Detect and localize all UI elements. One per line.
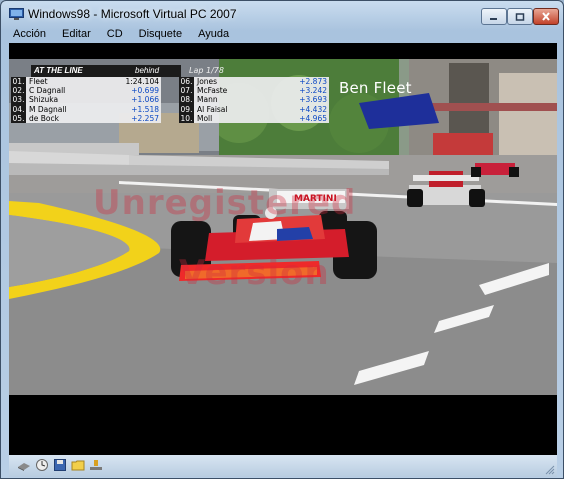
position-label: 07. xyxy=(179,86,194,96)
standings-row: 06. Jones +2.873 xyxy=(179,77,329,87)
watermark-unregistered: Unregistered xyxy=(93,183,357,223)
standings-row: 03. Shizuka +1.066 xyxy=(11,95,161,105)
driver-name: de Bock xyxy=(29,113,59,123)
menu-disquete[interactable]: Disquete xyxy=(131,25,190,43)
driver-gap: +2.257 xyxy=(131,113,159,123)
position-label: 05. xyxy=(11,113,26,123)
close-icon xyxy=(542,12,550,21)
minimize-icon xyxy=(490,17,497,20)
position-label: 10. xyxy=(179,113,194,123)
driver-gap: +4.432 xyxy=(299,104,327,114)
standings-row: 07. McFaste +3.242 xyxy=(179,86,329,96)
position-label: 03. xyxy=(11,95,26,105)
driver-name: C Dagnall xyxy=(29,86,66,96)
virtual-pc-icon xyxy=(9,8,24,20)
driver-name: Fleet xyxy=(29,77,48,86)
standings-panel-left: 01. Fleet 1:24.104 02. C Dagnall +0.699 … xyxy=(11,77,161,123)
menu-accion[interactable]: Acción xyxy=(5,25,54,43)
standings-panel-right: 06. Jones +2.873 07. McFaste +3.242 08. … xyxy=(179,77,329,123)
position-label: 06. xyxy=(179,77,194,87)
driver-name: McFaste xyxy=(197,86,228,96)
driver-gap: +1.066 xyxy=(131,95,159,105)
watermark-version: Version xyxy=(179,253,330,293)
driver-gap: +3.693 xyxy=(299,95,327,105)
standings-header: AT THE LINE behind xyxy=(31,65,181,77)
driver-name: Moll xyxy=(197,113,213,123)
position-label: 09. xyxy=(179,104,194,114)
position-label: 04. xyxy=(11,104,26,114)
driver-name: Jones xyxy=(197,77,218,86)
minimize-button[interactable] xyxy=(481,8,507,25)
vpc-window: Windows98 - Microsoft Virtual PC 2007 Ac… xyxy=(0,0,564,479)
menu-bar: Acción Editar CD Disquete Ayuda xyxy=(5,25,559,43)
position-label: 02. xyxy=(11,86,26,96)
position-label: 01. xyxy=(11,77,26,87)
resize-grip-icon[interactable] xyxy=(545,465,555,475)
standings-row: 04. M Dagnall +1.518 xyxy=(11,104,161,114)
menu-cd[interactable]: CD xyxy=(99,25,131,43)
driver-gap: +1.518 xyxy=(131,104,159,114)
driver-gap: +4.965 xyxy=(299,113,327,123)
standings-behind-label: behind xyxy=(135,66,160,75)
standings-title: AT THE LINE xyxy=(34,66,83,75)
focused-driver-name: Ben Fleet xyxy=(339,79,412,97)
status-bar xyxy=(9,455,557,477)
window-title: Windows98 - Microsoft Virtual PC 2007 xyxy=(28,7,237,21)
rival-car-far xyxy=(471,163,519,177)
standings-row: 08. Mann +3.693 xyxy=(179,95,329,105)
maximize-button[interactable] xyxy=(507,8,533,25)
close-button[interactable] xyxy=(533,8,559,25)
driver-name: Al Faisal xyxy=(197,104,228,114)
floppy-icon[interactable] xyxy=(53,458,67,472)
driver-name: M Dagnall xyxy=(29,104,67,114)
position-label: 08. xyxy=(179,95,194,105)
standings-row: 10. Moll +4.965 xyxy=(179,113,329,123)
driver-gap: +2.873 xyxy=(299,77,327,86)
driver-name: Shizuka xyxy=(29,95,59,105)
disk-icon[interactable] xyxy=(17,458,31,472)
guest-display[interactable]: MARTINI AT THE LINE behind Lap 1/78 01. … xyxy=(9,43,557,455)
driver-name: Mann xyxy=(197,95,218,105)
standings-row: 05. de Bock +2.257 xyxy=(11,113,161,123)
lap-counter: Lap 1/78 xyxy=(189,66,224,75)
driver-gap: 1:24.104 xyxy=(125,77,159,86)
network-icon[interactable] xyxy=(89,458,103,472)
standings-row: 09. Al Faisal +4.432 xyxy=(179,104,329,114)
standings-row: 01. Fleet 1:24.104 xyxy=(11,77,161,87)
folder-icon[interactable] xyxy=(71,458,85,472)
menu-editar[interactable]: Editar xyxy=(54,25,99,43)
driver-gap: +0.699 xyxy=(131,86,159,96)
driver-gap: +3.242 xyxy=(299,86,327,96)
standings-row: 02. C Dagnall +0.699 xyxy=(11,86,161,96)
maximize-icon xyxy=(515,12,525,21)
clock-icon[interactable] xyxy=(35,458,49,472)
menu-ayuda[interactable]: Ayuda xyxy=(190,25,237,43)
